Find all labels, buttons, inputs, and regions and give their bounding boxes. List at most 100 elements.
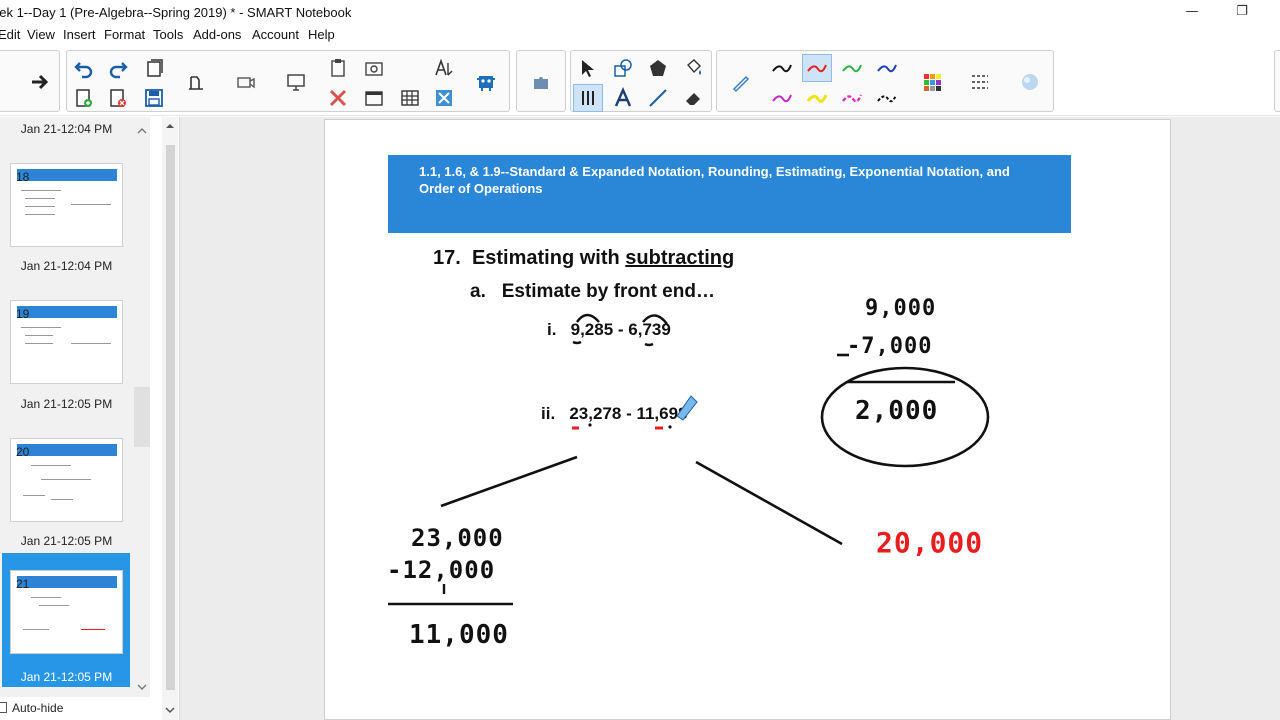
thumbnail-line [25, 214, 55, 215]
extra-group [1274, 50, 1280, 112]
screen-shade-button[interactable] [181, 68, 211, 96]
next-page-button[interactable] [25, 68, 55, 96]
pen-black-button[interactable] [767, 54, 797, 82]
scroll-up-icon[interactable] [165, 121, 175, 131]
properties-button[interactable] [1015, 68, 1045, 96]
undo-button[interactable] [69, 54, 99, 82]
spell-check-button[interactable] [429, 54, 459, 82]
whiteboard-canvas-area[interactable]: 1.1, 1.6, & 1.9--Standard & Expanded Not… [180, 117, 1280, 720]
smart-notebook-window: eek 1--Day 1 (Pre-Algebra--Spring 2019) … [0, 0, 1280, 720]
question-number: 17. [433, 247, 461, 269]
problem-ii-expression: 23,278 - 11,698 [569, 404, 688, 423]
pen-blue-stroke-icon [877, 64, 897, 73]
screen-capture-button[interactable] [359, 54, 389, 82]
show-hide-button[interactable] [429, 84, 459, 112]
question-prefix: Estimating with [471, 247, 620, 269]
line-tool-button[interactable] [643, 84, 673, 112]
shapes-tool-button[interactable] [608, 54, 638, 82]
slide-header-banner: 1.1, 1.6, & 1.9--Standard & Expanded Not… [388, 155, 1071, 233]
pen-red-button[interactable] [802, 54, 832, 82]
slide-thumbnail-21[interactable]: 21 Jan 21-12:05 PM [2, 553, 130, 687]
pen-pink-dashed-button[interactable] [837, 84, 867, 112]
pen-green-button[interactable] [837, 54, 867, 82]
thumbnail-image: 20 [10, 438, 123, 522]
addons-button[interactable] [526, 68, 556, 96]
pen-yellow-stroke-icon [806, 94, 828, 103]
thumbnail-line [21, 327, 61, 328]
pen-black-dashed-icon [877, 94, 897, 103]
pen-styles-group [716, 50, 1054, 112]
pen-black-dashed-button[interactable] [872, 84, 902, 112]
menu-edit[interactable]: Edit [0, 27, 20, 42]
pen-blue-button[interactable] [872, 54, 902, 82]
redo-button[interactable] [103, 54, 133, 82]
menu-insert[interactable]: Insert [63, 27, 96, 42]
chevron-up-icon[interactable] [137, 127, 147, 135]
tools-group [570, 50, 712, 112]
line-icon [649, 89, 667, 107]
delete-button[interactable] [323, 84, 353, 112]
problem-i: i. 9,285 - 6,739 [547, 320, 671, 340]
ink-dot [668, 425, 672, 429]
sidebar-resize-handle[interactable] [134, 387, 150, 447]
menu-addons[interactable]: Add-ons [193, 27, 241, 42]
pen-yellow-button[interactable] [802, 84, 832, 112]
pen-magenta-button[interactable] [767, 84, 797, 112]
paste-button[interactable] [323, 54, 353, 82]
scroll-down-icon[interactable] [165, 705, 175, 715]
slide-timestamp: Jan 21-12:04 PM [20, 259, 113, 273]
letter-a-icon [614, 87, 632, 107]
blue-x-icon [436, 90, 452, 106]
hw-minus-7000: -7,000 [847, 334, 933, 359]
chevron-down-icon[interactable] [137, 683, 147, 691]
arrow-right-icon [32, 74, 49, 90]
menu-bar: Edit View Insert Format Tools Add-ons Ac… [0, 24, 1280, 46]
thumbnail-image: 18 [10, 163, 123, 247]
pen-button[interactable] [726, 68, 756, 96]
thumbnail-line [25, 206, 55, 207]
notebook-page[interactable]: 1.1, 1.6, & 1.9--Standard & Expanded Not… [324, 119, 1171, 720]
menu-format[interactable]: Format [104, 27, 145, 42]
restore-button[interactable]: ❐ [1222, 2, 1262, 22]
scrollbar-thumb[interactable] [166, 145, 175, 690]
insert-table-button[interactable] [395, 84, 425, 112]
color-palette-button[interactable] [917, 68, 947, 96]
display-button[interactable] [281, 68, 311, 96]
ink-tick [572, 340, 582, 345]
pens-tool-button[interactable] [573, 84, 603, 112]
hand-drag-icon [189, 76, 203, 90]
menu-account[interactable]: Account [252, 27, 299, 42]
eraser-tool-button[interactable] [678, 84, 708, 112]
add-page-button[interactable] [69, 84, 99, 112]
thumbnail-line [25, 343, 53, 344]
monitor-icon [287, 74, 305, 91]
addon-button[interactable] [471, 68, 501, 96]
undo-icon [74, 62, 93, 79]
hw-11000-result: 11,000 [409, 620, 509, 650]
save-button[interactable] [139, 84, 169, 112]
text-tool-button[interactable] [608, 84, 638, 112]
polygon-tool-button[interactable] [643, 54, 673, 82]
line-style-icon [972, 75, 988, 89]
document-camera-button[interactable] [231, 68, 261, 96]
thumbnail-line [39, 605, 69, 606]
slide-number: 21 [16, 577, 30, 591]
delete-page-button[interactable] [103, 84, 133, 112]
page-sorter-button[interactable] [139, 54, 169, 82]
minimize-button[interactable]: — [1172, 2, 1212, 22]
ink-line-left [440, 455, 578, 508]
pen-pink-dashed-icon [842, 94, 863, 103]
menu-view[interactable]: View [27, 27, 55, 42]
full-screen-button[interactable] [359, 84, 389, 112]
line-style-button[interactable] [965, 68, 995, 96]
select-tool-button[interactable] [573, 54, 603, 82]
menu-tools[interactable]: Tools [153, 27, 183, 42]
thumbnail-line [71, 204, 111, 205]
autohide-checkbox[interactable] [0, 702, 7, 713]
menu-help[interactable]: Help [308, 27, 335, 42]
thumbnail-line [31, 597, 61, 598]
autohide-toggle[interactable]: Auto-hide [0, 698, 150, 720]
fill-tool-button[interactable] [678, 54, 708, 82]
hw-2000-result: 2,000 [855, 396, 939, 426]
sidebar-scrollbar[interactable] [162, 117, 178, 720]
